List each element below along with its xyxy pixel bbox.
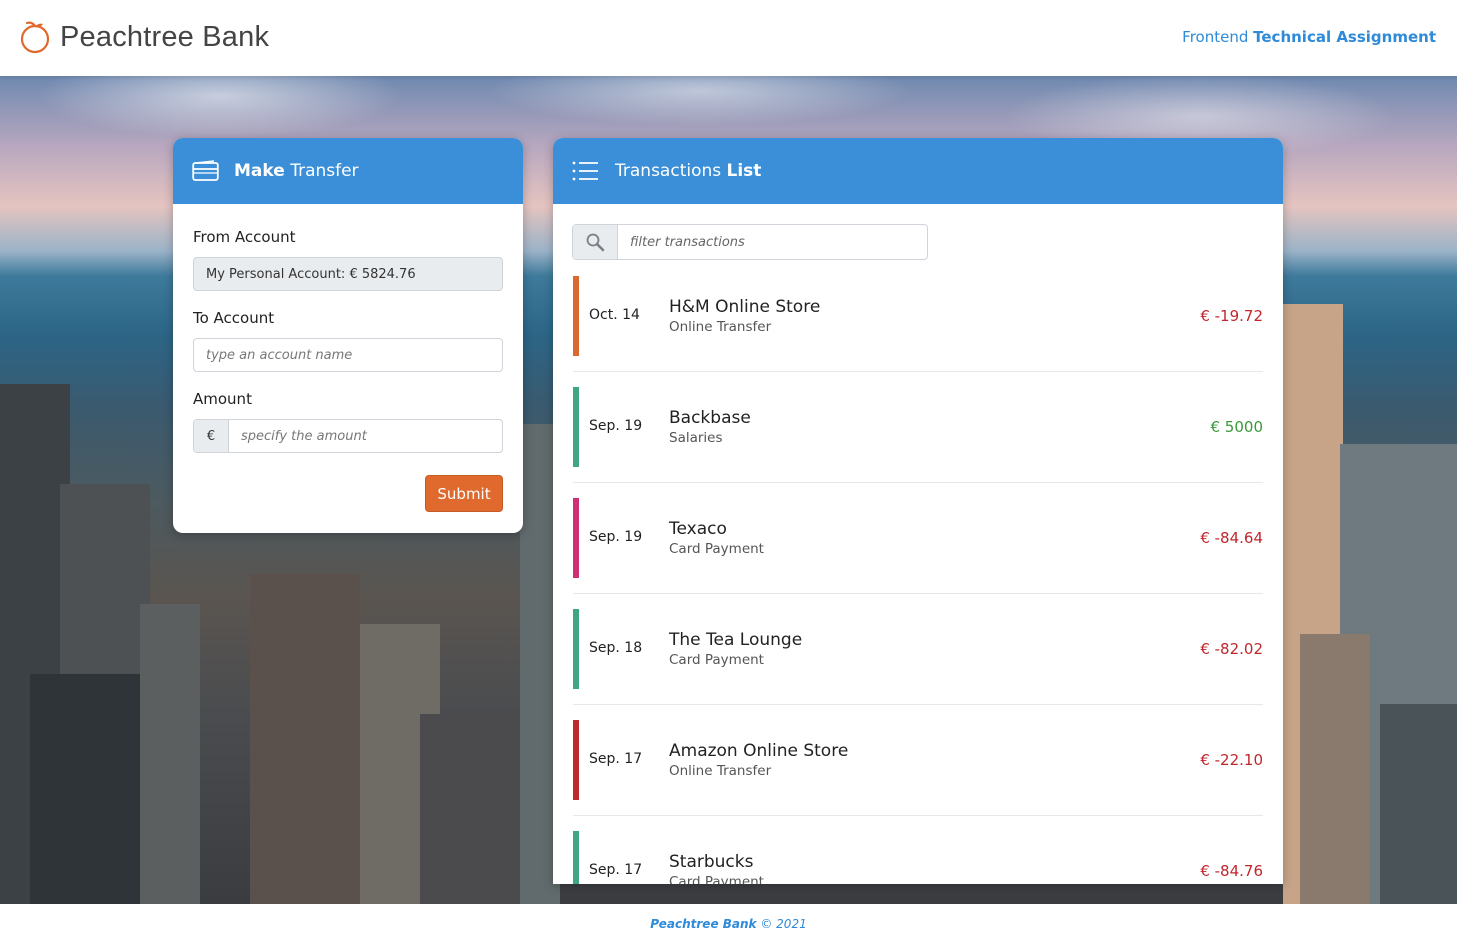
transaction-list: Oct. 14 H&M Online Store Online Transfer… [573, 276, 1263, 884]
transaction-date: Sep. 19 [589, 529, 643, 545]
transaction-amount: € 5000 [1210, 418, 1264, 436]
assignment-title: Frontend Technical Assignment [1182, 28, 1436, 46]
transactions-title-rest: Transactions [615, 161, 722, 181]
transactions-card-title: Transactions List [615, 161, 761, 181]
transaction-type: Online Transfer [669, 763, 772, 779]
row-divider [573, 371, 1263, 372]
transaction-amount: € -22.10 [1200, 751, 1263, 769]
app-header: Peachtree Bank Frontend Technical Assign… [0, 0, 1457, 76]
transaction-row[interactable]: Sep. 17 Amazon Online Store Online Trans… [573, 720, 1263, 831]
category-color-bar [573, 609, 579, 689]
filter-search-box[interactable]: filter transactions [572, 224, 928, 260]
transaction-amount: € -84.64 [1200, 529, 1263, 547]
search-icon[interactable] [573, 225, 618, 259]
currency-addon: € [194, 420, 229, 452]
transaction-date: Oct. 14 [589, 307, 640, 323]
from-account-label: From Account [193, 228, 296, 246]
transactions-body: filter transactions Oct. 14 H&M Online S… [553, 204, 1283, 884]
transactions-card-header: Transactions List [553, 138, 1283, 204]
transaction-row[interactable]: Oct. 14 H&M Online Store Online Transfer… [573, 276, 1263, 387]
transfer-card-title: Make Transfer [234, 161, 359, 181]
transaction-amount: € -84.76 [1200, 862, 1263, 880]
footer-copyright: © 2021 [760, 917, 807, 931]
to-account-input[interactable]: type an account name [193, 338, 503, 372]
transfer-title-rest: Transfer [290, 161, 359, 181]
transaction-type: Card Payment [669, 541, 764, 557]
transaction-date: Sep. 19 [589, 418, 643, 434]
transactions-list-card: Transactions List filter transactions Oc… [553, 138, 1283, 884]
amount-input[interactable]: specify the amount [229, 429, 367, 444]
category-color-bar [573, 387, 579, 467]
transaction-amount: € -19.72 [1200, 307, 1263, 325]
transaction-date: Sep. 17 [589, 862, 643, 878]
filter-input[interactable]: filter transactions [618, 225, 745, 259]
page-footer: Peachtree Bank © 2021 [0, 904, 1457, 944]
transaction-type: Card Payment [669, 652, 764, 668]
transaction-type: Card Payment [669, 874, 764, 884]
amount-label: Amount [193, 390, 252, 408]
credit-card-icon [192, 160, 219, 182]
amount-input-group[interactable]: € specify the amount [193, 419, 503, 453]
footer-brand: Peachtree Bank [650, 917, 757, 931]
transaction-merchant: Starbucks [669, 852, 754, 872]
from-account-field: My Personal Account: € 5824.76 [193, 257, 503, 291]
brand-name: Peachtree Bank [60, 20, 270, 53]
transaction-type: Online Transfer [669, 319, 772, 335]
submit-button[interactable]: Submit [425, 475, 503, 512]
category-color-bar [573, 276, 579, 356]
transfer-card-header: Make Transfer [173, 138, 523, 204]
transaction-merchant: Texaco [669, 519, 727, 539]
transaction-merchant: H&M Online Store [669, 297, 821, 317]
transaction-row[interactable]: Sep. 17 Starbucks Card Payment € -84.76 [573, 831, 1263, 884]
assignment-prefix: Frontend [1182, 28, 1249, 46]
category-color-bar [573, 720, 579, 800]
row-divider [573, 593, 1263, 594]
transfer-title-bold: Make [234, 161, 285, 181]
transaction-date: Sep. 18 [589, 640, 643, 656]
peach-icon [18, 20, 52, 54]
transaction-merchant: Backbase [669, 408, 751, 428]
row-divider [573, 815, 1263, 816]
transaction-row[interactable]: Sep. 18 The Tea Lounge Card Payment € -8… [573, 609, 1263, 720]
row-divider [573, 482, 1263, 483]
row-divider [573, 704, 1263, 705]
make-transfer-card: Make Transfer From Account My Personal A… [173, 138, 523, 533]
assignment-bold: Technical Assignment [1253, 28, 1436, 46]
transaction-merchant: Amazon Online Store [669, 741, 849, 761]
to-account-label: To Account [193, 309, 275, 327]
transaction-date: Sep. 17 [589, 751, 643, 767]
brand-logo[interactable]: Peachtree Bank [18, 20, 269, 54]
transactions-title-bold: List [726, 161, 762, 181]
transaction-row[interactable]: Sep. 19 Backbase Salaries € 5000 [573, 387, 1263, 498]
transaction-row[interactable]: Sep. 19 Texaco Card Payment € -84.64 [573, 498, 1263, 609]
category-color-bar [573, 498, 579, 578]
transfer-form: From Account My Personal Account: € 5824… [173, 228, 523, 453]
transaction-type: Salaries [669, 430, 723, 446]
transaction-merchant: The Tea Lounge [669, 630, 803, 650]
list-icon [572, 161, 599, 181]
category-color-bar [573, 831, 579, 884]
transaction-amount: € -82.02 [1200, 640, 1263, 658]
